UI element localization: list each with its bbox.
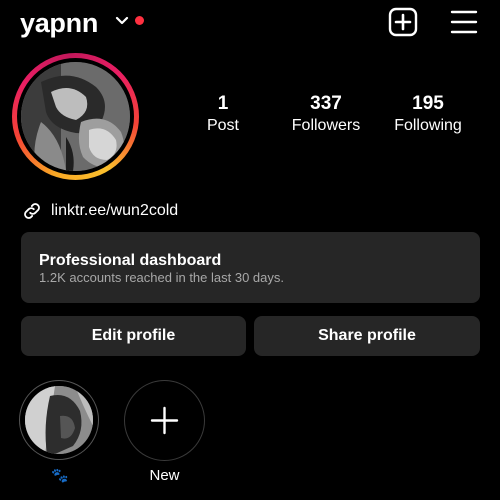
create-icon[interactable] [388, 7, 418, 37]
notification-dot [135, 16, 144, 25]
stat-following-label: Following [394, 117, 462, 134]
stat-posts[interactable]: 1 Post [173, 93, 273, 137]
link-icon [24, 203, 40, 219]
stat-following-value: 195 [412, 93, 444, 114]
bio-link[interactable]: linktr.ee/wun2cold [51, 201, 178, 221]
stat-followers-label: Followers [291, 117, 361, 134]
chevron-down-icon[interactable] [115, 14, 129, 28]
stat-followers-value: 337 [310, 93, 342, 114]
edit-profile-button[interactable]: Edit profile [21, 316, 246, 356]
username[interactable]: yapnn [20, 6, 98, 40]
stat-followers[interactable]: 337 Followers [276, 93, 376, 137]
dashboard-subtitle: 1.2K accounts reached in the last 30 day… [39, 270, 284, 285]
stat-following[interactable]: 195 Following [378, 93, 478, 137]
stat-posts-label: Post [206, 117, 239, 134]
plus-icon [150, 406, 179, 435]
highlight-thumbnail[interactable] [25, 386, 93, 454]
new-highlight-button[interactable] [124, 380, 205, 461]
stat-posts-value: 1 [217, 93, 229, 114]
dashboard-title: Professional dashboard [39, 252, 222, 269]
highlight-photo-icon [25, 386, 93, 454]
avatar-photo-icon [21, 62, 130, 171]
new-highlight-label: New [149, 467, 180, 484]
avatar[interactable] [21, 62, 130, 171]
menu-icon[interactable] [450, 9, 478, 35]
highlight-label: 🐾 [51, 467, 69, 483]
share-profile-button[interactable]: Share profile [254, 316, 480, 356]
